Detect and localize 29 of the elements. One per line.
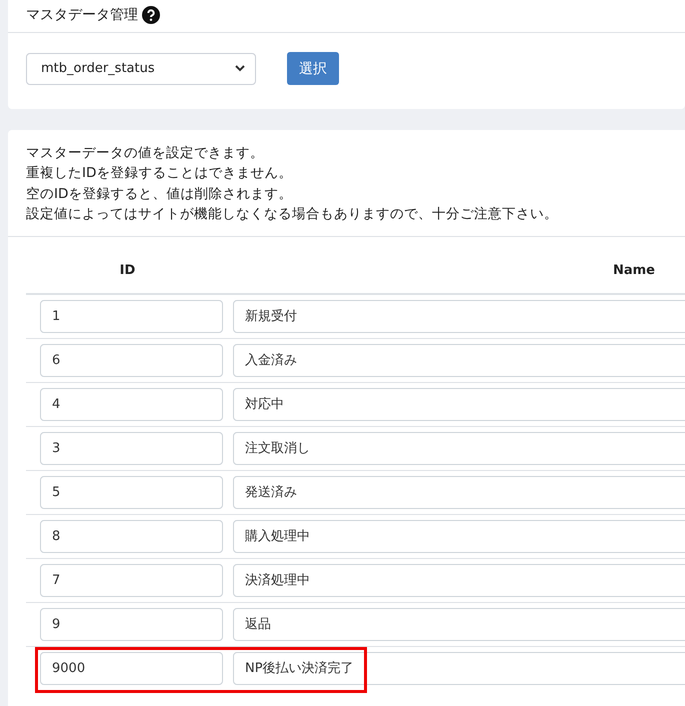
id-field[interactable]: 8 — [40, 520, 223, 553]
note-text: マスターデータの値を設定できます。 — [26, 144, 265, 163]
id-field[interactable]: 4 — [40, 388, 223, 421]
name-field[interactable]: 決済処理中 — [233, 564, 685, 597]
note-text: 空のIDを登録すると、値は削除されます。 — [26, 184, 294, 204]
id-field[interactable]: 6 — [40, 344, 223, 377]
name-field[interactable]: 注文取消し — [233, 432, 685, 465]
name-field[interactable]: 返品 — [233, 608, 685, 641]
name-field[interactable]: 対応中 — [233, 388, 685, 421]
caret-icon — [235, 65, 245, 72]
help-icon[interactable] — [142, 6, 160, 24]
id-field[interactable]: 7 — [40, 564, 223, 597]
note-text: 重複したIDを登録することはできません。 — [26, 164, 294, 184]
name-field[interactable]: 購入処理中 — [233, 520, 685, 553]
name-field[interactable]: NP後払い決済完了 — [233, 652, 685, 685]
column-header: ID — [118, 262, 136, 278]
name-field[interactable]: 新規受付 — [233, 300, 685, 333]
id-field[interactable]: 1 — [40, 300, 223, 333]
select-button[interactable]: 選択 — [287, 52, 339, 85]
name-field[interactable]: 発送済み — [233, 476, 685, 509]
column-header: Name — [612, 262, 655, 278]
id-field[interactable]: 5 — [40, 476, 223, 509]
id-field[interactable]: 9 — [40, 608, 223, 641]
table-select[interactable]: mtb_order_status — [26, 52, 256, 84]
note-text: 設定値によってはサイトが機能しなくなる場合もありますので、十分ご注意下さい。 — [26, 205, 559, 224]
id-field[interactable]: 3 — [40, 432, 223, 465]
name-field[interactable]: 入金済み — [233, 344, 685, 377]
id-field[interactable]: 9000 — [40, 652, 223, 685]
page-title: マスタデータ管理 — [26, 6, 138, 24]
